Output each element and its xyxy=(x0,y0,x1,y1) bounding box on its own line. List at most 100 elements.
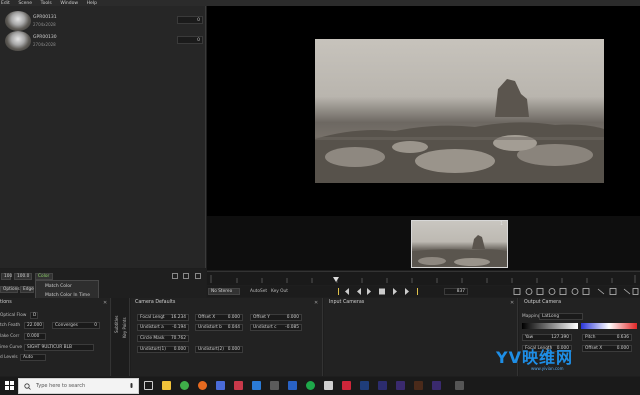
media-thumbnail xyxy=(5,11,31,31)
mail-icon[interactable] xyxy=(234,381,243,390)
close-icon[interactable]: ✕ xyxy=(510,300,514,306)
panorama-image xyxy=(315,79,604,183)
output-offset-field[interactable]: Offset X 0.000 xyxy=(582,345,632,352)
pitch-field[interactable]: Pitch 0.636 xyxy=(582,334,632,341)
media-item[interactable]: GPR00131 2704x2028 0 xyxy=(4,11,203,31)
converges-field[interactable]: Converges 0 xyxy=(52,322,100,329)
edge-dropdown[interactable]: Edge xyxy=(20,286,34,293)
output-camera-title: Output Camera xyxy=(524,300,562,305)
focal-length-field[interactable]: Focal Lengt 16.234 xyxy=(137,314,189,321)
app-icon[interactable] xyxy=(324,381,333,390)
windows-start-icon[interactable] xyxy=(5,381,14,390)
camera-defaults-panel: Camera Defaults ✕ Focal Lengt 16.234 Offs… xyxy=(131,298,323,376)
fps-dropdown[interactable]: 100 xyxy=(1,273,12,280)
close-icon[interactable]: ✕ xyxy=(103,300,107,306)
app-icon[interactable] xyxy=(360,381,369,390)
field-label: tch Feath xyxy=(0,323,21,328)
transport-icons[interactable] xyxy=(337,287,437,296)
offset-x-field[interactable]: Offset X 0.000 xyxy=(195,314,243,321)
field-row: d Levels Auto xyxy=(0,354,110,361)
color-gradient[interactable] xyxy=(581,323,637,329)
frame-field[interactable]: 837 xyxy=(444,288,468,295)
search-placeholder: Type here to search xyxy=(36,383,86,389)
stitcher-title: tions xyxy=(0,300,12,305)
input-cameras-title: Input Cameras xyxy=(329,300,365,305)
mistika-icon[interactable] xyxy=(342,381,351,390)
thumbnail-number: 1 xyxy=(500,221,504,227)
keyout-label[interactable]: Key Out xyxy=(271,289,288,294)
microphone-icon xyxy=(130,383,133,388)
grayscale-gradient[interactable] xyxy=(522,323,578,329)
app-icon[interactable] xyxy=(270,381,279,390)
ruler-ticks xyxy=(210,275,636,283)
field-label: ime Curve xyxy=(0,345,23,350)
field-value[interactable]: Auto xyxy=(20,354,46,361)
firefox-icon[interactable] xyxy=(198,381,207,390)
media-resolution: 2704x2028 xyxy=(33,22,56,27)
field-row: lake Corr 0.000 xyxy=(0,333,110,340)
undistort-a-field[interactable]: Undistort a -0.194 xyxy=(137,324,189,331)
close-icon[interactable]: ✕ xyxy=(314,300,318,306)
field-label: Optical Flow xyxy=(0,313,27,318)
tab-key-points[interactable]: Key Points xyxy=(122,317,127,338)
field-value[interactable]: 22.000 xyxy=(24,322,44,329)
store-icon[interactable] xyxy=(216,381,225,390)
options-dropdown[interactable]: Options xyxy=(0,286,20,293)
menu-item-match-color[interactable]: Match Color xyxy=(45,284,72,289)
playback-controls: No Stereo AutoSet Key Out 837 xyxy=(207,286,640,297)
media-resolution: 2704x2028 xyxy=(33,42,56,47)
mapping-dropdown[interactable]: LatLong xyxy=(539,313,583,320)
stereo-dropdown[interactable]: No Stereo xyxy=(208,288,240,295)
color-dropdown[interactable]: Color xyxy=(35,273,53,280)
circle-mask-field[interactable]: Circle Mask 70.762 xyxy=(137,335,189,342)
field-label: d Levels xyxy=(0,355,18,360)
media-offset-value: 0 xyxy=(197,18,200,23)
panorama-preview[interactable] xyxy=(315,39,604,183)
media-offset-field[interactable]: 0 xyxy=(177,16,203,24)
after-effects-icon[interactable] xyxy=(432,381,441,390)
settings-icon[interactable] xyxy=(195,273,201,279)
yaw-field[interactable]: Yaw 127.390 xyxy=(522,334,572,341)
tab-subtitles[interactable]: Subtitles xyxy=(114,315,119,333)
list-view-icon[interactable] xyxy=(172,273,178,279)
app-icon[interactable] xyxy=(288,381,297,390)
undistort-1-field[interactable]: Undistort(1) 0.000 xyxy=(137,346,189,353)
field-value[interactable]: SIGHT 9ULTICUR BLB xyxy=(24,344,94,351)
media-name: GPR00131 xyxy=(33,15,57,20)
camera-defaults-title: Camera Defaults xyxy=(135,300,176,305)
media-offset-field[interactable]: 0 xyxy=(177,36,203,44)
autoset-label[interactable]: AutoSet xyxy=(250,289,267,294)
offset-y-field[interactable]: Offset Y 0.000 xyxy=(250,314,302,321)
viewer-tool-icons[interactable] xyxy=(512,287,640,296)
mapping-label: Mapping xyxy=(522,314,541,319)
app-icon[interactable] xyxy=(252,381,261,390)
undistort-2-field[interactable]: Undistort(2) 0.000 xyxy=(195,346,243,353)
grid-view-icon[interactable] xyxy=(183,273,189,279)
fps2-dropdown[interactable]: 100.0 xyxy=(14,273,32,280)
media-toolbar: 100 100.0 Color Options Edge xyxy=(0,269,206,298)
task-view-icon[interactable] xyxy=(144,381,153,390)
input-cameras-panel: Input Cameras ✕ xyxy=(324,298,518,376)
media-name: GPR00130 xyxy=(33,35,57,40)
illustrator-icon[interactable] xyxy=(414,381,423,390)
field-value[interactable]: D xyxy=(30,312,38,319)
thumbnail-image xyxy=(412,235,507,267)
undistort-b-field[interactable]: Undistort b 0.044 xyxy=(195,324,243,331)
app-icon[interactable] xyxy=(378,381,387,390)
premiere-icon[interactable] xyxy=(396,381,405,390)
watermark-url: www.yivian.com xyxy=(531,366,564,371)
search-icon xyxy=(24,383,31,390)
timeline-ruler[interactable] xyxy=(207,271,640,285)
side-tabs: Subtitles Key Points xyxy=(112,298,130,376)
media-item[interactable]: GPR00130 2704x2028 0 xyxy=(4,31,203,51)
taskbar-search-input[interactable]: Type here to search xyxy=(18,378,139,394)
timeline-thumbnail[interactable] xyxy=(411,220,508,268)
app-icon[interactable] xyxy=(455,381,464,390)
undistort-c-field[interactable]: Undistort c -0.085 xyxy=(250,324,302,331)
stitcher-panel: tions ✕ Optical Flow D tch Feath 22.000 … xyxy=(0,298,111,376)
file-explorer-icon[interactable] xyxy=(162,381,171,390)
field-value[interactable]: 0.000 xyxy=(24,333,46,340)
chrome-icon[interactable] xyxy=(180,381,189,390)
spotify-icon[interactable] xyxy=(306,381,315,390)
media-thumbnail xyxy=(5,31,31,51)
